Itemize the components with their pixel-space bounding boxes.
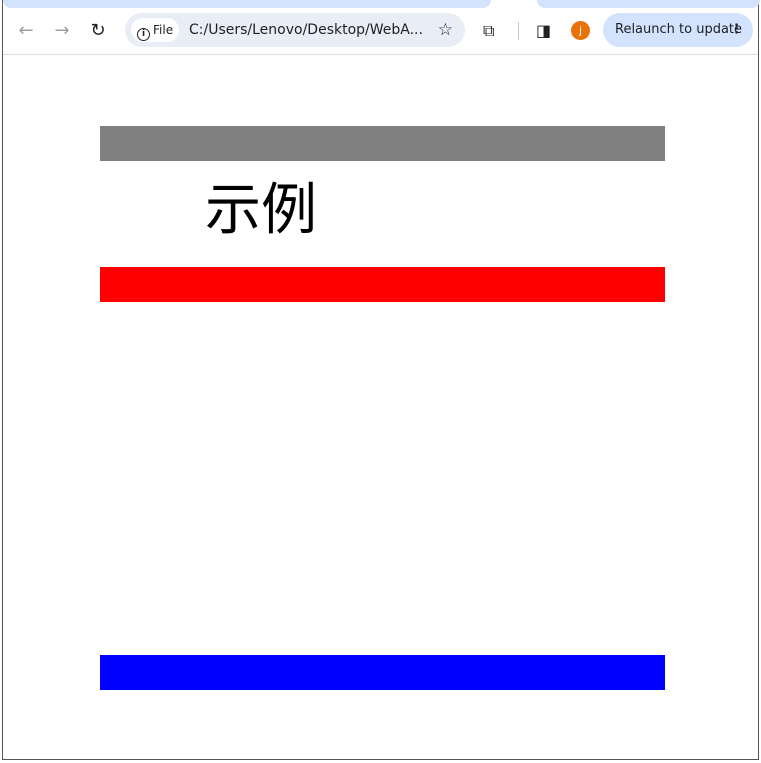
tab-inactive[interactable] (3, 0, 491, 8)
forward-button[interactable]: → (50, 20, 74, 42)
toolbar-divider (518, 22, 519, 40)
gray-bar (100, 126, 665, 161)
tab-inactive[interactable] (537, 0, 760, 8)
page-content: 示例 (3, 55, 758, 760)
kebab-menu-icon[interactable]: ⋮ (730, 13, 743, 47)
address-bar[interactable]: i File C:/Users/Lenovo/Desktop/WebA... ☆ (125, 13, 465, 47)
url-text[interactable]: C:/Users/Lenovo/Desktop/WebA... (189, 13, 423, 47)
browser-window: ← → ↻ i File C:/Users/Lenovo/Desktop/WebA… (2, 0, 760, 760)
info-icon: i (137, 28, 150, 41)
profile-avatar[interactable]: j (571, 21, 590, 40)
site-info-label: File (153, 23, 174, 37)
blue-bar (100, 655, 665, 690)
red-bar (100, 267, 665, 302)
site-info-chip[interactable]: i File (131, 18, 179, 42)
side-panel-icon[interactable]: ◨ (536, 20, 551, 42)
tab-strip (3, 0, 760, 8)
bookmark-star-icon[interactable]: ☆ (438, 13, 453, 47)
arrow-left-icon: ← (18, 20, 34, 41)
reload-button[interactable]: ↻ (86, 20, 110, 42)
reload-icon: ↻ (90, 20, 106, 41)
back-button[interactable]: ← (14, 20, 38, 42)
page-heading: 示例 (205, 178, 317, 243)
relaunch-label: Relaunch to update (615, 22, 743, 37)
browser-toolbar: ← → ↻ i File C:/Users/Lenovo/Desktop/WebA… (3, 8, 758, 55)
arrow-right-icon: → (54, 20, 70, 41)
relaunch-button[interactable]: Relaunch to update ⋮ (603, 13, 753, 47)
puzzle-icon[interactable]: ⧉ (483, 20, 494, 42)
